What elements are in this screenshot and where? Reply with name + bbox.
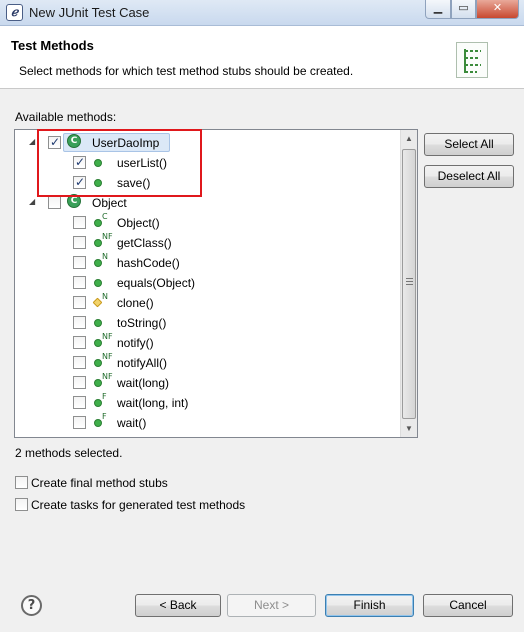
tree-method-row[interactable]: NF getClass() xyxy=(15,232,401,253)
method-modifier-badge: N xyxy=(102,292,108,301)
public-method-icon xyxy=(94,279,102,287)
method-checkbox[interactable] xyxy=(73,296,86,309)
method-name: hashCode() xyxy=(117,256,180,270)
method-name: equals(Object) xyxy=(117,276,196,290)
junit-wizard-icon xyxy=(456,42,488,78)
highlight-annotation xyxy=(37,129,202,197)
public-method-icon xyxy=(94,419,102,427)
method-modifier-badge: NF xyxy=(102,332,113,341)
method-name: Object() xyxy=(117,216,160,230)
method-name: clone() xyxy=(117,296,154,310)
tree-method-row[interactable]: equals(Object) xyxy=(15,273,401,293)
final-stubs-label: Create final method stubs xyxy=(31,476,168,490)
deselect-all-button[interactable]: Deselect All xyxy=(424,165,514,188)
tree-method-row[interactable]: Fwait(long, int) xyxy=(15,392,401,413)
create-tasks-label: Create tasks for generated test methods xyxy=(31,498,246,512)
scroll-up-icon[interactable]: ▲ xyxy=(401,130,417,147)
help-icon[interactable]: ? xyxy=(21,595,42,616)
method-modifier-badge: N xyxy=(102,252,108,261)
method-modifier-badge: NF xyxy=(102,372,113,381)
tree-method-row[interactable]: Fwait() xyxy=(15,412,401,433)
finish-button[interactable]: Finish xyxy=(325,594,414,617)
method-name: notify() xyxy=(117,336,154,350)
method-checkbox[interactable] xyxy=(73,256,86,269)
maximize-button[interactable]: ▭ xyxy=(451,0,476,19)
tree-method-row[interactable]: NF notifyAll() xyxy=(15,352,401,373)
expand-toggle-icon[interactable]: ◢ xyxy=(29,197,39,207)
cancel-button[interactable]: Cancel xyxy=(423,594,513,617)
method-checkbox[interactable] xyxy=(73,396,86,409)
method-modifier-badge: NF xyxy=(102,232,113,241)
public-method-icon xyxy=(94,359,102,367)
public-method-icon xyxy=(94,339,102,347)
method-name: wait() xyxy=(117,416,147,430)
method-checkbox[interactable] xyxy=(73,336,86,349)
public-method-icon xyxy=(94,219,102,227)
method-name: notifyAll() xyxy=(117,356,168,370)
tree-method-row[interactable]: Nclone() xyxy=(15,292,401,313)
method-name: wait(long, int) xyxy=(117,396,189,410)
select-all-button[interactable]: Select All xyxy=(424,133,514,156)
method-name: toString() xyxy=(117,316,167,330)
public-method-icon xyxy=(94,259,102,267)
tree-method-row[interactable]: NF wait(long) xyxy=(15,372,401,393)
method-modifier-badge: NF xyxy=(102,352,113,361)
page-description: Select methods for which test method stu… xyxy=(19,64,354,78)
method-modifier-badge: C xyxy=(102,212,108,221)
window-title: New JUnit Test Case xyxy=(29,5,150,20)
next-button[interactable]: Next > xyxy=(227,594,316,617)
close-button[interactable]: ✕ xyxy=(476,0,519,19)
method-modifier-badge: F xyxy=(102,412,107,421)
tree-method-row[interactable]: C Object() xyxy=(15,212,401,233)
title-bar: ℯ New JUnit Test Case ▁ ▭ ✕ xyxy=(0,0,524,26)
class-checkbox[interactable] xyxy=(48,196,61,209)
method-name: wait(long) xyxy=(117,376,170,390)
method-checkbox[interactable] xyxy=(73,356,86,369)
tree-method-row[interactable]: toString() xyxy=(15,313,401,333)
method-checkbox[interactable] xyxy=(73,316,86,329)
page-title: Test Methods xyxy=(11,38,94,53)
available-methods-label: Available methods: xyxy=(15,110,117,124)
class-name: Object xyxy=(92,196,127,210)
method-name: getClass() xyxy=(117,236,172,250)
public-method-icon xyxy=(94,399,102,407)
method-modifier-badge: F xyxy=(102,392,107,401)
method-checkbox[interactable] xyxy=(73,216,86,229)
protected-method-icon xyxy=(92,297,103,308)
create-tasks-checkbox[interactable] xyxy=(15,498,28,511)
wizard-header: Test Methods Select methods for which te… xyxy=(0,26,524,89)
public-method-icon xyxy=(94,239,102,247)
method-checkbox[interactable] xyxy=(73,236,86,249)
selection-status: 2 methods selected. xyxy=(15,446,123,460)
public-method-icon xyxy=(94,319,102,327)
method-checkbox[interactable] xyxy=(73,376,86,389)
final-stubs-checkbox[interactable] xyxy=(15,476,28,489)
scroll-thumb[interactable] xyxy=(402,149,416,419)
tree-method-row[interactable]: NF notify() xyxy=(15,332,401,353)
public-method-icon xyxy=(94,379,102,387)
scroll-down-icon[interactable]: ▼ xyxy=(401,420,417,437)
grip-icon xyxy=(406,278,413,286)
method-checkbox[interactable] xyxy=(73,416,86,429)
eclipse-app-icon: ℯ xyxy=(6,4,23,21)
minimize-button[interactable]: ▁ xyxy=(425,0,451,19)
tree-method-row[interactable]: NhashCode() xyxy=(15,252,401,273)
method-checkbox[interactable] xyxy=(73,276,86,289)
back-button[interactable]: < Back xyxy=(135,594,221,617)
tree-scrollbar[interactable]: ▲ ▼ xyxy=(400,130,417,437)
